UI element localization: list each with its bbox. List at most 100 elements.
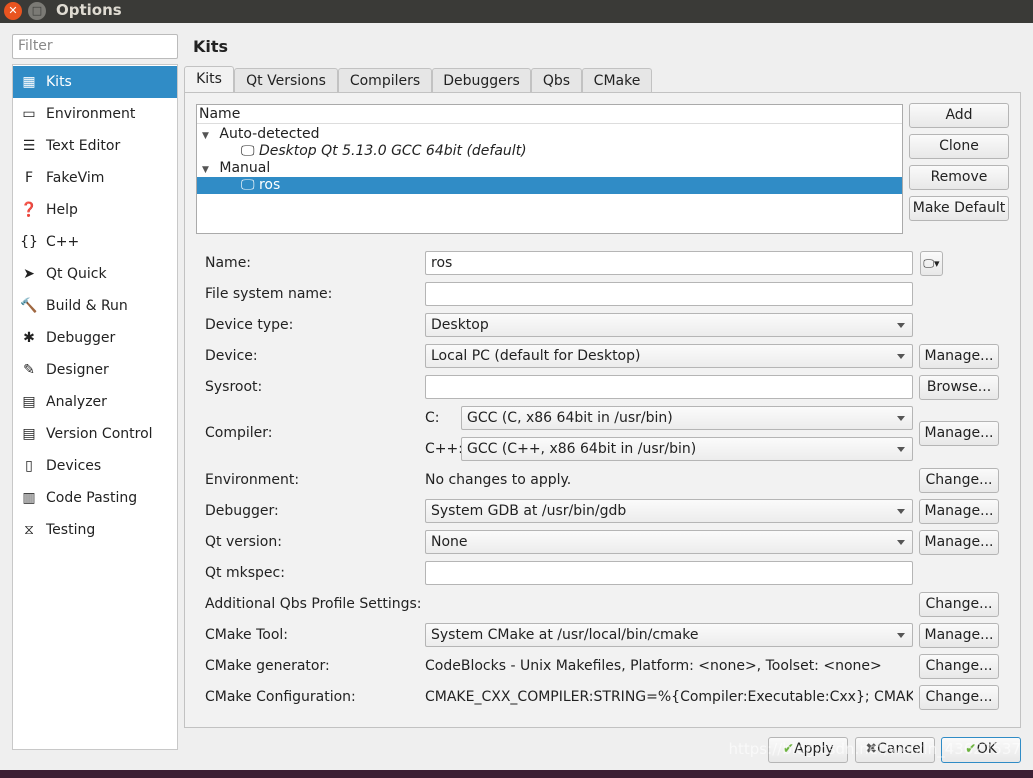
filter-input[interactable]: Filter [12,34,178,59]
sidebar-item-c-[interactable]: {} C++ [13,226,177,258]
window-title: Options [56,1,122,19]
cmake-tool-manage-button[interactable]: Manage... [919,623,999,648]
qt-version-manage-button[interactable]: Manage... [919,530,999,555]
sidebar-item-label: Analyzer [46,394,107,410]
tab-qbs[interactable]: Qbs [531,68,582,93]
tab-kits[interactable]: Kits [184,66,234,94]
cmake-generator-change-button[interactable]: Change... [919,654,999,679]
sidebar-item-label: Version Control [46,426,153,442]
sidebar-item-label: Text Editor [46,138,121,154]
tab-cmake[interactable]: CMake [582,68,652,93]
analyzer-icon: ▤ [22,394,36,410]
tree-header[interactable]: Name [197,105,902,124]
tab-debuggers[interactable]: Debuggers [432,68,531,93]
sidebar-item-debugger[interactable]: ✱ Debugger [13,322,177,354]
sidebar-item-label: Designer [46,362,109,378]
monitor-icon: 🖵▾ [923,257,940,270]
name-label: Name: [205,255,252,271]
sysroot-input[interactable] [425,375,913,399]
cpp-compiler-select[interactable]: GCC (C++, x86 64bit in /usr/bin) [461,437,913,461]
device-type-select[interactable]: Desktop [425,313,913,337]
cmake-tool-label: CMake Tool: [205,627,289,643]
sidebar-item-label: Environment [46,106,136,122]
sidebar-item-environment[interactable]: ▭ Environment [13,98,177,130]
cpp-label: C++: [425,441,463,457]
sidebar-item-devices[interactable]: ▯ Devices [13,450,177,482]
tree-item-desktop[interactable]: 🖵 Desktop Qt 5.13.0 GCC 64bit (default) [197,143,902,160]
page-title: Kits [193,37,229,56]
close-button[interactable]: ✕ [4,2,22,20]
expand-arrow-icon[interactable]: ▼ [202,131,209,141]
sidebar-item-label: Help [46,202,78,218]
sidebar-item-fakevim[interactable]: F FakeVim [13,162,177,194]
qbs-change-button[interactable]: Change... [919,592,999,617]
device-select[interactable]: Local PC (default for Desktop) [425,344,913,368]
sidebar-item-text-editor[interactable]: ☰ Text Editor [13,130,177,162]
device-icon-button[interactable]: 🖵▾ [920,251,943,276]
sidebar-item-label: Qt Quick [46,266,107,282]
qbs-label: Additional Qbs Profile Settings: [205,596,422,612]
tree-group-auto[interactable]: ▼ Auto-detected [197,126,902,143]
device-manage-button[interactable]: Manage... [919,344,999,369]
compiler-label: Compiler: [205,425,273,441]
debugger-manage-button[interactable]: Manage... [919,499,999,524]
braces-icon: {} [20,234,38,250]
sidebar-item-label: Build & Run [46,298,128,314]
watermark: https://blog.csdn.net/weixin_43622537 [728,740,1021,758]
environment-label: Environment: [205,472,300,488]
device-label: Device: [205,348,258,364]
testing-icon: ⧖ [24,522,34,538]
code-pasting-icon: ▥ [22,490,36,506]
c-compiler-select[interactable]: GCC (C, x86 64bit in /usr/bin) [461,406,913,430]
tab-qt-versions[interactable]: Qt Versions [234,68,338,93]
tab-compilers[interactable]: Compilers [338,68,432,93]
sidebar-item-label: Kits [46,74,72,90]
expand-arrow-icon[interactable]: ▼ [202,165,209,175]
environment-change-button[interactable]: Change... [919,468,999,493]
sidebar-item-label: Testing [46,522,96,538]
options-dialog: ✕ □ Options Filter ▦ Kits ▭ Environment ☰ Tex… [0,0,1033,770]
kits-tree[interactable]: Name ▼ Auto-detected 🖵 Desktop Qt 5.13.0… [196,104,903,234]
cmake-config-value: CMAKE_CXX_COMPILER:STRING=%{Compiler:Exe… [425,689,913,705]
sidebar-item-version-control[interactable]: ▤ Version Control [13,418,177,450]
sidebar-item-label: FakeVim [46,170,105,186]
bug-icon: ✱ [23,330,35,346]
name-input[interactable]: ros [425,251,913,275]
sidebar-item-testing[interactable]: ⧖ Testing [13,514,177,546]
qt-quick-icon: ➤ [23,266,35,282]
tree-group-manual[interactable]: ▼ Manual [197,160,902,177]
sidebar: ▦ Kits ▭ Environment ☰ Text Editor F FakeVim ❓ He… [12,64,178,750]
sidebar-item-build-run[interactable]: 🔨 Build & Run [13,290,177,322]
sidebar-item-analyzer[interactable]: ▤ Analyzer [13,386,177,418]
make-default-button[interactable]: Make Default [909,196,1009,221]
cmake-config-change-button[interactable]: Change... [919,685,999,710]
add-button[interactable]: Add [909,103,1009,128]
c-label: C: [425,410,440,426]
sidebar-item-help[interactable]: ❓ Help [13,194,177,226]
cmake-tool-select[interactable]: System CMake at /usr/local/bin/cmake [425,623,913,647]
cmake-generator-value: CodeBlocks - Unix Makefiles, Platform: <… [425,658,882,674]
tree-item-ros[interactable]: 🖵 ros [197,177,902,194]
device-type-label: Device type: [205,317,294,333]
mkspec-input[interactable] [425,561,913,585]
sysroot-label: Sysroot: [205,379,263,395]
monitor-icon: 🖵 [241,143,255,159]
cmake-generator-label: CMake generator: [205,658,330,674]
title-bar: ✕ □ Options [0,0,1033,23]
remove-button[interactable]: Remove [909,165,1009,190]
compiler-manage-button[interactable]: Manage... [919,421,999,446]
sysroot-browse-button[interactable]: Browse... [919,375,999,400]
sidebar-item-code-pasting[interactable]: ▥ Code Pasting [13,482,177,514]
clone-button[interactable]: Clone [909,134,1009,159]
environment-value: No changes to apply. [425,472,572,488]
cmake-config-label: CMake Configuration: [205,689,356,705]
debugger-select[interactable]: System GDB at /usr/bin/gdb [425,499,913,523]
sidebar-item-designer[interactable]: ✎ Designer [13,354,177,386]
mkspec-label: Qt mkspec: [205,565,285,581]
qt-version-select[interactable]: None [425,530,913,554]
maximize-button[interactable]: □ [28,2,46,20]
sidebar-item-qt-quick[interactable]: ➤ Qt Quick [13,258,177,290]
fs-name-input[interactable] [425,282,913,306]
sidebar-item-kits[interactable]: ▦ Kits [13,66,177,98]
version-control-icon: ▤ [22,426,36,442]
